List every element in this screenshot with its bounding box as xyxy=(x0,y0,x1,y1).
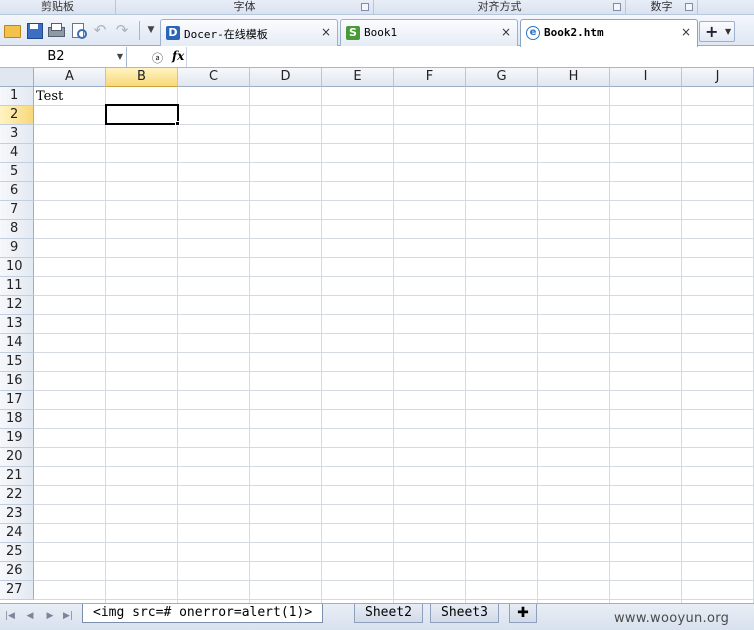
ribbon-group-labels: 剪贴板 字体 对齐方式 数字 xyxy=(0,0,754,15)
row-header-22[interactable]: 22 xyxy=(0,486,34,505)
row-header-16[interactable]: 16 xyxy=(0,372,34,391)
font-dialog-launcher-icon[interactable] xyxy=(361,3,369,11)
tab-book2-label: Book2.htm xyxy=(544,26,604,39)
row-header-10[interactable]: 10 xyxy=(0,258,34,277)
row-header-6[interactable]: 6 xyxy=(0,182,34,201)
column-header-c[interactable]: C xyxy=(178,68,250,87)
row-header-7[interactable]: 7 xyxy=(0,201,34,220)
column-header-e[interactable]: E xyxy=(322,68,394,87)
row-header-20[interactable]: 20 xyxy=(0,448,34,467)
customize-dropdown-icon[interactable]: ▼ xyxy=(142,21,160,39)
ribbon-group-font: 字体 xyxy=(116,0,374,15)
formula-tools: ⓐ fx xyxy=(127,47,187,67)
column-header-d[interactable]: D xyxy=(250,68,322,87)
row-header-19[interactable]: 19 xyxy=(0,429,34,448)
column-header-f[interactable]: F xyxy=(394,68,466,87)
next-sheet-icon[interactable]: ▶ xyxy=(44,610,56,622)
chevron-down-icon[interactable]: ▼ xyxy=(725,22,731,42)
row-header-5[interactable]: 5 xyxy=(0,163,34,182)
row-header-9[interactable]: 9 xyxy=(0,239,34,258)
fill-handle[interactable] xyxy=(175,121,180,126)
alignment-dialog-launcher-icon[interactable] xyxy=(613,3,621,11)
row-header-14[interactable]: 14 xyxy=(0,334,34,353)
row-header-4[interactable]: 4 xyxy=(0,144,34,163)
new-tab-button[interactable]: + ▼ xyxy=(699,21,735,42)
tab-docer-label: Docer-在线模板 xyxy=(184,28,268,41)
ribbon-group-number-label: 数字 xyxy=(650,0,673,13)
sheet-tab-1[interactable]: <img src=# onerror=alert(1)> xyxy=(82,604,324,623)
row-header-21[interactable]: 21 xyxy=(0,467,34,486)
prev-sheet-icon[interactable]: ◀ xyxy=(24,610,36,622)
print-icon[interactable] xyxy=(47,21,65,39)
toolbar-separator xyxy=(139,21,140,40)
ribbon-group-clipboard-label: 剪贴板 xyxy=(41,0,74,13)
column-header-h[interactable]: H xyxy=(538,68,610,87)
add-sheet-button[interactable]: ✚ xyxy=(509,604,537,623)
find-function-icon[interactable]: ⓐ xyxy=(152,50,163,66)
ribbon-group-alignment-label: 对齐方式 xyxy=(477,0,522,13)
docer-icon: D xyxy=(166,26,180,40)
cell-reference[interactable]: B2 xyxy=(0,49,112,64)
spreadsheet-icon: S xyxy=(346,26,360,40)
formula-input[interactable] xyxy=(188,47,754,67)
worksheet-grid[interactable]: ABCDEFGHIJ 1 2 3 4 5 6 7 8 9 10 11 12 13 14 15 16 17 18 19… xyxy=(0,68,754,603)
print-preview-icon[interactable] xyxy=(69,21,87,39)
select-all-corner[interactable] xyxy=(0,68,34,87)
row-header-2[interactable]: 2 xyxy=(0,106,34,125)
close-icon[interactable]: × xyxy=(501,25,511,39)
toolbar-tabbar: ↶ ↷ ▼ D Docer-在线模板 × S Book1 × e Book2.h… xyxy=(0,15,754,47)
column-header-j[interactable]: J xyxy=(682,68,754,87)
row-header-8[interactable]: 8 xyxy=(0,220,34,239)
plus-icon: + xyxy=(705,22,719,41)
row-header-18[interactable]: 18 xyxy=(0,410,34,429)
ribbon-group-number: 数字 xyxy=(626,0,698,15)
row-header-17[interactable]: 17 xyxy=(0,391,34,410)
redo-icon[interactable]: ↷ xyxy=(113,21,131,39)
column-header-b[interactable]: B xyxy=(106,68,178,87)
tab-book1-label: Book1 xyxy=(364,26,398,39)
row-header-25[interactable]: 25 xyxy=(0,543,34,562)
close-icon[interactable]: × xyxy=(321,25,331,39)
cell-area[interactable] xyxy=(34,87,754,603)
last-sheet-icon[interactable]: ▶| xyxy=(62,610,74,622)
row-header-24[interactable]: 24 xyxy=(0,524,34,543)
insert-function-button[interactable]: fx xyxy=(172,49,184,63)
row-header-11[interactable]: 11 xyxy=(0,277,34,296)
row-header-27[interactable]: 27 xyxy=(0,581,34,600)
tab-book2[interactable]: e Book2.htm × xyxy=(520,19,698,47)
column-header-g[interactable]: G xyxy=(466,68,538,87)
formula-bar: B2 ▼ ⓐ fx xyxy=(0,47,754,68)
row-header-12[interactable]: 12 xyxy=(0,296,34,315)
html-document-icon: e xyxy=(526,26,540,40)
name-box[interactable]: B2 ▼ xyxy=(0,47,127,67)
save-icon[interactable] xyxy=(25,21,43,39)
row-header-13[interactable]: 13 xyxy=(0,315,34,334)
close-icon[interactable]: × xyxy=(681,25,691,39)
open-folder-icon[interactable] xyxy=(3,21,21,39)
number-dialog-launcher-icon[interactable] xyxy=(685,3,693,11)
column-header-a[interactable]: A xyxy=(34,68,106,87)
tab-book1[interactable]: S Book1 × xyxy=(340,19,518,46)
ribbon-group-clipboard: 剪贴板 xyxy=(0,0,116,15)
column-header-i[interactable]: I xyxy=(610,68,682,87)
cell-a1[interactable]: Test xyxy=(35,88,63,106)
sheet-tab-2[interactable]: Sheet2 xyxy=(354,604,423,623)
active-cell-b2[interactable] xyxy=(105,104,179,125)
sheet-tab-3[interactable]: Sheet3 xyxy=(430,604,499,623)
sheet-tab-bar: |◀ ◀ ▶ ▶| <img src=# onerror=alert(1)> S… xyxy=(0,603,754,630)
row-header-1[interactable]: 1 xyxy=(0,87,34,106)
row-header-23[interactable]: 23 xyxy=(0,505,34,524)
row-header-15[interactable]: 15 xyxy=(0,353,34,372)
chevron-down-icon[interactable]: ▼ xyxy=(117,52,123,61)
row-header-26[interactable]: 26 xyxy=(0,562,34,581)
watermark: www.wooyun.org xyxy=(614,611,730,626)
ribbon-group-alignment: 对齐方式 xyxy=(374,0,626,15)
row-header-3[interactable]: 3 xyxy=(0,125,34,144)
undo-icon[interactable]: ↶ xyxy=(91,21,109,39)
ribbon-group-font-label: 字体 xyxy=(233,0,256,13)
first-sheet-icon[interactable]: |◀ xyxy=(4,610,16,622)
tab-docer[interactable]: D Docer-在线模板 × xyxy=(160,19,338,46)
